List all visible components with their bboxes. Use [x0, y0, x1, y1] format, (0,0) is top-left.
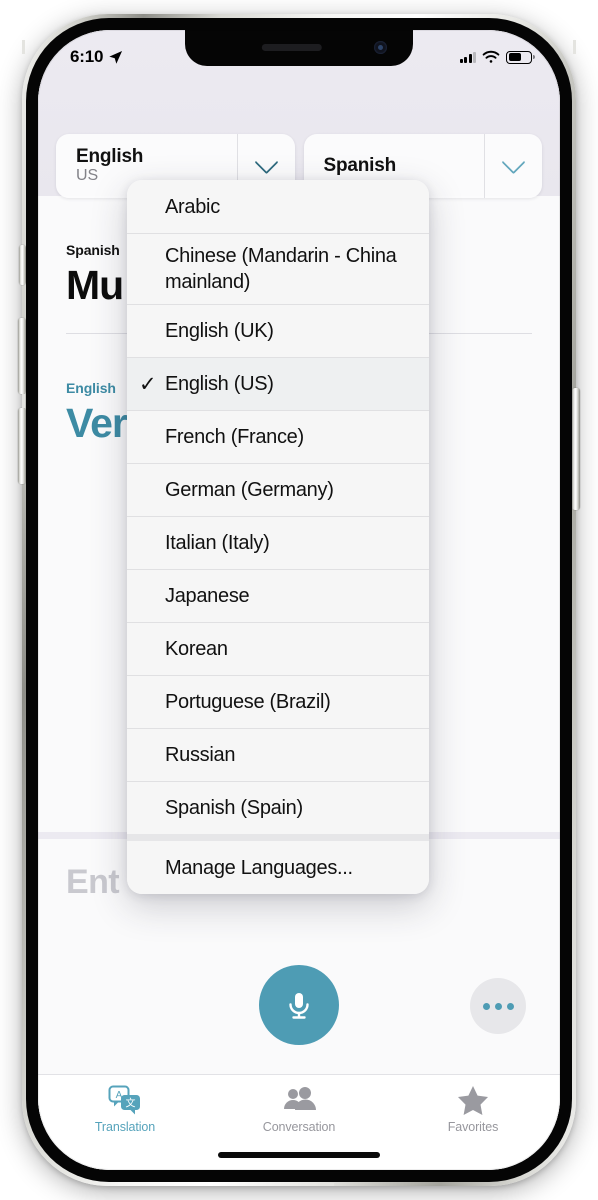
controls-row: [38, 925, 560, 1075]
tab-translation[interactable]: A 文 Translation: [38, 1085, 212, 1170]
language-dropdown-list: Arabic Chinese (Mandarin - China mainland…: [127, 180, 429, 834]
language-dropdown-menu[interactable]: Arabic Chinese (Mandarin - China mainland…: [127, 180, 429, 894]
menu-item-language[interactable]: Chinese (Mandarin - China mainland): [127, 233, 429, 304]
menu-item-label: Chinese (Mandarin - China mainland): [165, 245, 397, 293]
more-dots-icon: [494, 1002, 502, 1010]
menu-item-language[interactable]: Korean: [127, 622, 429, 675]
menu-item-label: Spanish (Spain): [165, 797, 303, 819]
svg-text:文: 文: [126, 1097, 136, 1110]
menu-item-manage-languages[interactable]: Manage Languages...: [127, 841, 429, 894]
menu-item-language[interactable]: Spanish (Spain): [127, 781, 429, 834]
menu-item-label: English (US): [165, 373, 274, 395]
antenna-band: [320, 1183, 334, 1186]
menu-item-language[interactable]: ✓ English (US): [127, 357, 429, 410]
menu-item-language[interactable]: Italian (Italy): [127, 516, 429, 569]
translate-app: Spanish Mu English Ver Ent A 文 Translati…: [38, 30, 560, 1170]
entry-placeholder: Ent: [66, 862, 120, 901]
menu-item-language[interactable]: Japanese: [127, 569, 429, 622]
antenna-band: [22, 394, 25, 408]
location-arrow-icon: [109, 50, 123, 64]
notch: [185, 30, 413, 66]
tab-bar: A 文 Translation Conversation Favorites: [38, 1074, 560, 1170]
source-language-primary: English: [76, 146, 144, 168]
menu-item-label: German (Germany): [165, 479, 334, 501]
earpiece-speaker: [261, 44, 322, 51]
status-bar-right: [459, 50, 535, 64]
people-icon: [284, 1087, 316, 1110]
more-options-button[interactable]: [470, 978, 526, 1034]
menu-item-language[interactable]: Arabic: [127, 180, 429, 233]
antenna-band: [573, 40, 576, 54]
antenna-band: [22, 40, 25, 54]
status-bar-left: 6:10: [70, 47, 123, 67]
chevron-down-icon: [501, 149, 526, 174]
target-language-chevron-button[interactable]: [484, 134, 542, 198]
target-language-primary: Spanish: [323, 155, 397, 177]
menu-item-label: French (France): [165, 426, 304, 448]
status-time: 6:10: [70, 47, 104, 66]
tab-favorites[interactable]: Favorites: [386, 1085, 560, 1170]
power-button[interactable]: [572, 388, 580, 510]
star-icon: [458, 1086, 488, 1115]
menu-item-label: Japanese: [165, 585, 250, 607]
mute-switch-button[interactable]: [19, 245, 26, 285]
microphone-icon: [289, 993, 309, 1019]
microphone-button[interactable]: [259, 965, 339, 1045]
more-dots-icon: [482, 1002, 490, 1010]
translation-bubbles-icon: A 文: [108, 1085, 140, 1115]
menu-item-label: Russian: [165, 744, 236, 766]
menu-item-label: Italian (Italy): [165, 532, 270, 554]
signal-bars-icon: [459, 51, 476, 63]
checkmark-icon: ✓: [139, 372, 157, 396]
menu-item-label: Portuguese (Brazil): [165, 691, 331, 713]
tab-label-favorites: Favorites: [447, 1120, 499, 1134]
tab-label-conversation: Conversation: [262, 1120, 336, 1134]
menu-item-language[interactable]: Russian: [127, 728, 429, 781]
menu-item-language[interactable]: English (UK): [127, 304, 429, 357]
menu-item-label: Arabic: [165, 195, 220, 218]
volume-down-button[interactable]: [18, 408, 26, 484]
wifi-icon: [482, 50, 500, 63]
front-camera: [374, 41, 387, 54]
menu-item-label: Manage Languages...: [165, 856, 353, 879]
screenshot-stage: Spanish Mu English Ver Ent A 文 Translati…: [0, 0, 598, 1200]
menu-item-label: English (UK): [165, 320, 274, 342]
home-indicator[interactable]: [218, 1152, 380, 1158]
menu-separator: [127, 834, 429, 841]
more-dots-icon: [506, 1002, 514, 1010]
menu-item-language[interactable]: Portuguese (Brazil): [127, 675, 429, 728]
tab-label-translation: Translation: [94, 1120, 156, 1134]
chevron-down-icon: [253, 149, 279, 174]
menu-item-label: Korean: [165, 638, 228, 660]
menu-item-language[interactable]: French (France): [127, 410, 429, 463]
phone-screen: Spanish Mu English Ver Ent A 文 Translati…: [38, 30, 560, 1170]
volume-up-button[interactable]: [18, 318, 26, 394]
menu-item-language[interactable]: German (Germany): [127, 463, 429, 516]
battery-icon: [506, 50, 535, 64]
